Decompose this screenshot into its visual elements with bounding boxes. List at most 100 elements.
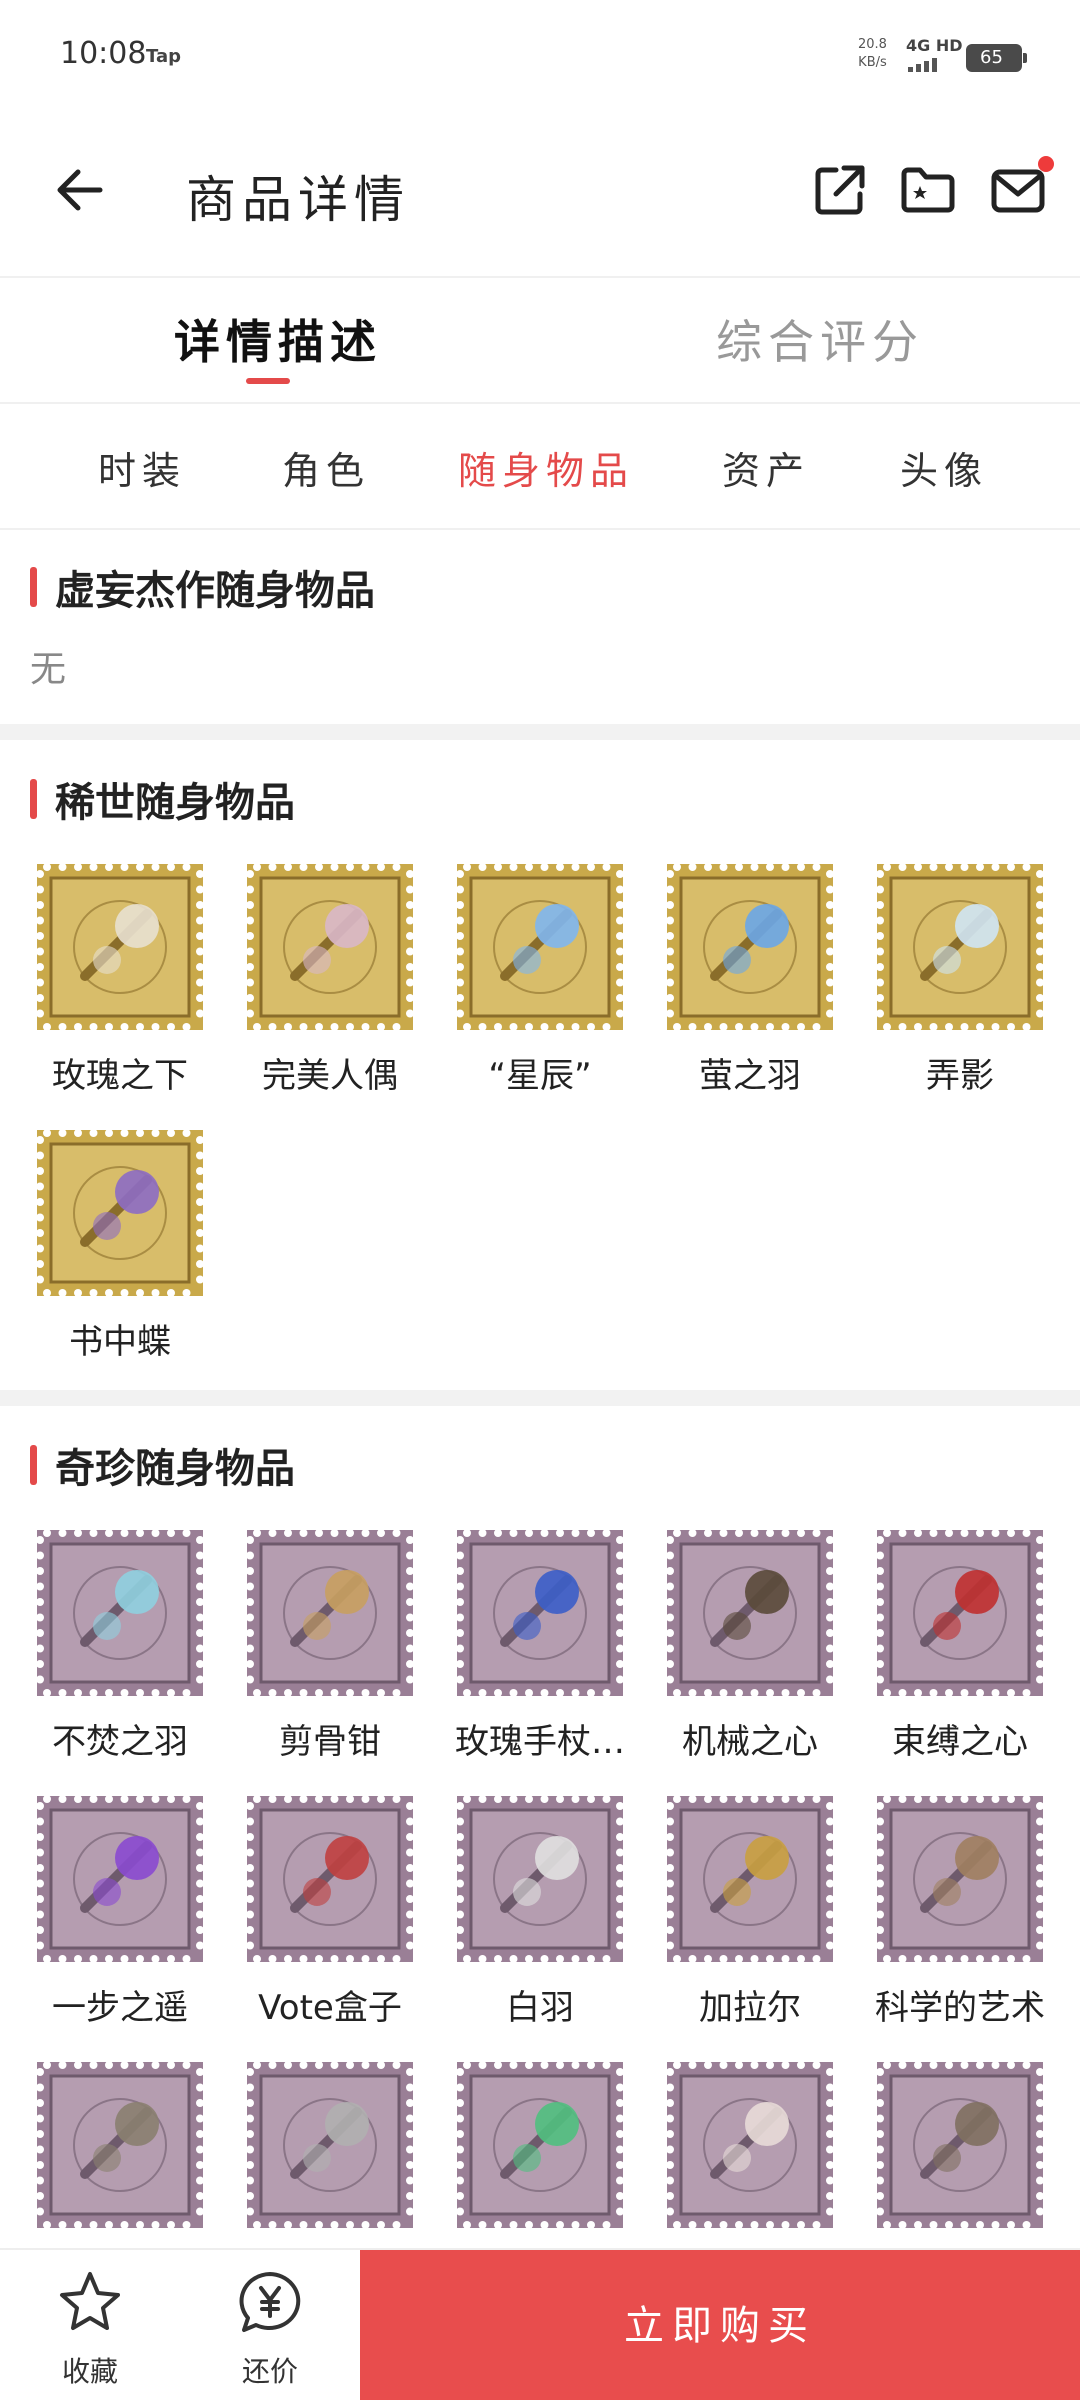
- status-time: 10:08: [60, 36, 147, 71]
- accessory-item[interactable]: 白羽: [440, 1796, 640, 2029]
- category-subtabs: 时装 角色 随身物品 资产 头像: [0, 404, 1080, 528]
- accessory-item[interactable]: [230, 2062, 430, 2228]
- accessory-item[interactable]: 萤之羽: [650, 864, 850, 1097]
- accessory-item[interactable]: 剪骨钳: [230, 1530, 430, 1763]
- accessory-stamp-image: [667, 864, 833, 1030]
- battery-level: 65: [980, 47, 1003, 68]
- accessory-item-label: 玫瑰之下: [52, 1056, 188, 1096]
- accessory-item-label: 束缚之心: [892, 1722, 1028, 1762]
- accessory-item[interactable]: Vote盒子: [230, 1796, 430, 2029]
- status-bar: 10:08 Tap 20.8 KB/s 4G HD 65: [0, 0, 1080, 110]
- accessory-stamp-image: [247, 1530, 413, 1696]
- back-arrow-icon[interactable]: [52, 160, 112, 220]
- favorite-label: 收藏: [61, 2355, 118, 2388]
- accessory-stamp-image: [457, 1796, 623, 1962]
- divider: [0, 528, 1080, 530]
- accessory-item-label: 一步之遥: [52, 1988, 188, 2028]
- bargain-label: 还价: [241, 2355, 298, 2388]
- accessory-item[interactable]: 一步之遥: [20, 1796, 220, 2029]
- bottom-action-bar: 收藏 还价 立即购买: [0, 2248, 1080, 2400]
- accessory-item[interactable]: 玫瑰手杖…: [440, 1530, 640, 1763]
- star-icon: [60, 2272, 120, 2330]
- page-title: 商品详情: [186, 171, 410, 229]
- accessory-item[interactable]: [20, 2062, 220, 2228]
- section-title: 虚妄杰作随身物品: [55, 568, 375, 614]
- accessory-item-label: 白羽: [506, 1988, 574, 2028]
- subtab-fashion[interactable]: 时装: [98, 440, 186, 495]
- subtab-accessories[interactable]: 随身物品: [458, 440, 634, 495]
- section-separator: [0, 724, 1080, 740]
- accessory-stamp-image: [247, 2062, 413, 2228]
- accessory-stamp-image: [667, 1796, 833, 1962]
- accessory-item-label: 不焚之羽: [52, 1722, 188, 1762]
- accessory-item-label: 剪骨钳: [279, 1722, 381, 1762]
- accessory-stamp-image: [667, 1530, 833, 1696]
- accessory-item[interactable]: 完美人偶: [230, 864, 430, 1097]
- accessory-stamp-image: [457, 864, 623, 1030]
- subtab-avatar[interactable]: 头像: [900, 440, 988, 495]
- section-header-masterpiece: 虚妄杰作随身物品: [30, 562, 375, 614]
- accessory-item-label: 加拉尔: [699, 1988, 801, 2028]
- share-icon[interactable]: [810, 160, 870, 220]
- section-title: 稀世随身物品: [55, 780, 295, 826]
- accessory-item[interactable]: 书中蝶: [20, 1130, 220, 1363]
- accessory-stamp-image: [247, 864, 413, 1030]
- notification-dot: [1038, 156, 1054, 172]
- accessory-item[interactable]: [440, 2062, 640, 2228]
- network-speed-value: 20.8: [858, 37, 887, 52]
- accessory-stamp-image: [457, 2062, 623, 2228]
- accessory-stamp-image: [457, 1530, 623, 1696]
- accessory-stamp-image: [37, 1530, 203, 1696]
- signal-icon: [908, 58, 937, 72]
- accessory-stamp-image: [37, 864, 203, 1030]
- accessory-item-label: 机械之心: [682, 1722, 818, 1762]
- network-type: 4G HD: [906, 36, 963, 55]
- accessory-stamp-image: [37, 1796, 203, 1962]
- accessory-item[interactable]: 机械之心: [650, 1530, 850, 1763]
- section-accent-bar: [30, 567, 37, 607]
- folder-star-icon[interactable]: [898, 160, 958, 220]
- accessory-stamp-image: [877, 864, 1043, 1030]
- accessory-item[interactable]: 不焚之羽: [20, 1530, 220, 1763]
- accessory-item-label: 书中蝶: [69, 1322, 171, 1362]
- subtab-assets[interactable]: 资产: [722, 440, 810, 495]
- accessory-item[interactable]: 玫瑰之下: [20, 864, 220, 1097]
- accessory-stamp-image: [877, 2062, 1043, 2228]
- accessory-stamp-image: [877, 1530, 1043, 1696]
- section-separator: [0, 1390, 1080, 1406]
- accessory-item[interactable]: 加拉尔: [650, 1796, 850, 2029]
- detail-tabs: 详情描述 综合评分: [0, 278, 1080, 402]
- accessory-item[interactable]: [650, 2062, 850, 2228]
- tab-detail-description[interactable]: 详情描述: [174, 306, 382, 372]
- accessory-stamp-image: [37, 2062, 203, 2228]
- accessory-item-label: 弄影: [926, 1056, 994, 1096]
- accessory-item[interactable]: 科学的艺术: [860, 1796, 1060, 2029]
- tab-overall-rating[interactable]: 综合评分: [716, 306, 924, 372]
- accessory-item-label: 科学的艺术: [875, 1988, 1045, 2028]
- accessory-stamp-image: [37, 1130, 203, 1296]
- network-speed-unit: KB/s: [858, 55, 887, 70]
- empty-text: 无: [30, 649, 67, 690]
- accessory-item[interactable]: “星辰”: [440, 864, 640, 1097]
- subtab-character[interactable]: 角色: [282, 440, 370, 495]
- section-accent-bar: [30, 1445, 37, 1485]
- accessory-item[interactable]: [860, 2062, 1060, 2228]
- accessory-stamp-image: [667, 2062, 833, 2228]
- section-header-treasure: 奇珍随身物品: [30, 1440, 295, 1492]
- accessory-item-label: “星辰”: [488, 1056, 592, 1096]
- favorite-button[interactable]: 收藏: [40, 2268, 140, 2390]
- accessory-item[interactable]: 束缚之心: [860, 1530, 1060, 1763]
- section-accent-bar: [30, 779, 37, 819]
- section-header-rare: 稀世随身物品: [30, 774, 295, 826]
- bargain-button[interactable]: 还价: [220, 2268, 320, 2390]
- app-header: 商品详情: [0, 120, 1080, 270]
- accessory-stamp-image: [877, 1796, 1043, 1962]
- status-app-tag: Tap: [146, 46, 181, 67]
- buy-now-button[interactable]: 立即购买: [360, 2250, 1080, 2400]
- accessory-stamp-image: [247, 1796, 413, 1962]
- accessory-item[interactable]: 弄影: [860, 864, 1060, 1097]
- accessory-item-label: 完美人偶: [262, 1056, 398, 1096]
- yuan-bubble-icon: [239, 2272, 301, 2332]
- accessory-item-label: 玫瑰手杖…: [455, 1722, 625, 1762]
- accessory-item-label: 萤之羽: [699, 1056, 801, 1096]
